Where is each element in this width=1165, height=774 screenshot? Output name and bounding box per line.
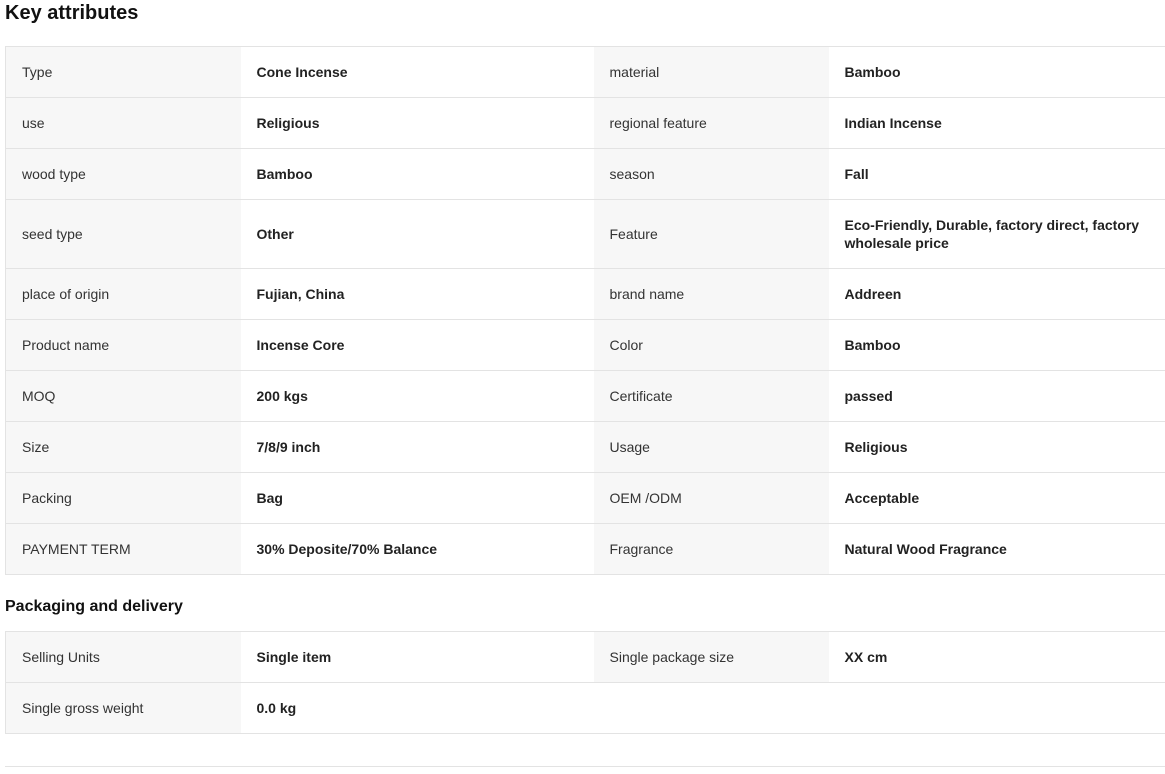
- attribute-value: Natural Wood Fragrance: [828, 523, 1165, 575]
- attribute-label: Certificate: [593, 370, 829, 422]
- attribute-label: use: [5, 97, 241, 149]
- attribute-label: Single package size: [593, 631, 829, 683]
- attribute-value: XX cm: [828, 631, 1165, 683]
- table-row: Type Cone Incense material Bamboo: [5, 46, 1165, 98]
- empty-cell: [828, 682, 1165, 734]
- attribute-label: Feature: [593, 199, 829, 269]
- attribute-value: Religious: [828, 421, 1165, 473]
- attribute-value: Bag: [240, 472, 594, 524]
- attribute-label: brand name: [593, 268, 829, 320]
- attribute-value: 30% Deposite/70% Balance: [240, 523, 594, 575]
- attribute-value: passed: [828, 370, 1165, 422]
- attribute-label: Color: [593, 319, 829, 371]
- attribute-value: Bamboo: [828, 319, 1165, 371]
- attribute-value: Single item: [240, 631, 594, 683]
- divider: [5, 766, 1165, 767]
- table-row: Product name Incense Core Color Bamboo: [5, 319, 1165, 371]
- attribute-value: 7/8/9 inch: [240, 421, 594, 473]
- table-row: MOQ 200 kgs Certificate passed: [5, 370, 1165, 422]
- attribute-label: place of origin: [5, 268, 241, 320]
- attribute-label: MOQ: [5, 370, 241, 422]
- attribute-value: Religious: [240, 97, 594, 149]
- attribute-value: Eco-Friendly, Durable, factory direct, f…: [828, 199, 1165, 269]
- attribute-label: PAYMENT TERM: [5, 523, 241, 575]
- table-row: PAYMENT TERM 30% Deposite/70% Balance Fr…: [5, 523, 1165, 575]
- attribute-value: Acceptable: [828, 472, 1165, 524]
- packaging-title: Packaging and delivery: [5, 598, 183, 615]
- attribute-value: Other: [240, 199, 594, 269]
- attribute-value: Fujian, China: [240, 268, 594, 320]
- attribute-label: OEM /ODM: [593, 472, 829, 524]
- key-attributes-table: Type Cone Incense material Bamboo use Re…: [5, 46, 1165, 575]
- attribute-label: Selling Units: [5, 631, 241, 683]
- attribute-value: Bamboo: [828, 46, 1165, 98]
- attribute-label: season: [593, 148, 829, 200]
- attribute-label: Type: [5, 46, 241, 98]
- attribute-value: Fall: [828, 148, 1165, 200]
- attribute-value: Addreen: [828, 268, 1165, 320]
- table-row: seed type Other Feature Eco-Friendly, Du…: [5, 199, 1165, 269]
- key-attributes-title: Key attributes: [5, 2, 139, 24]
- attribute-value: Indian Incense: [828, 97, 1165, 149]
- table-row: use Religious regional feature Indian In…: [5, 97, 1165, 149]
- attribute-value: Cone Incense: [240, 46, 594, 98]
- empty-cell: [593, 682, 829, 734]
- attribute-label: Product name: [5, 319, 241, 371]
- table-row: place of origin Fujian, China brand name…: [5, 268, 1165, 320]
- attribute-label: Fragrance: [593, 523, 829, 575]
- packaging-table: Selling Units Single item Single package…: [5, 631, 1165, 734]
- attribute-value: 200 kgs: [240, 370, 594, 422]
- attribute-label: seed type: [5, 199, 241, 269]
- attribute-value: Bamboo: [240, 148, 594, 200]
- attribute-label: Usage: [593, 421, 829, 473]
- attribute-label: material: [593, 46, 829, 98]
- table-row: wood type Bamboo season Fall: [5, 148, 1165, 200]
- table-row: Single gross weight 0.0 kg: [5, 682, 1165, 734]
- attribute-value: Incense Core: [240, 319, 594, 371]
- attribute-label: Single gross weight: [5, 682, 241, 734]
- table-row: Size 7/8/9 inch Usage Religious: [5, 421, 1165, 473]
- attribute-label: Packing: [5, 472, 241, 524]
- attribute-value: 0.0 kg: [240, 682, 594, 734]
- attribute-label: regional feature: [593, 97, 829, 149]
- table-row: Packing Bag OEM /ODM Acceptable: [5, 472, 1165, 524]
- attribute-label: Size: [5, 421, 241, 473]
- attribute-label: wood type: [5, 148, 241, 200]
- table-row: Selling Units Single item Single package…: [5, 631, 1165, 683]
